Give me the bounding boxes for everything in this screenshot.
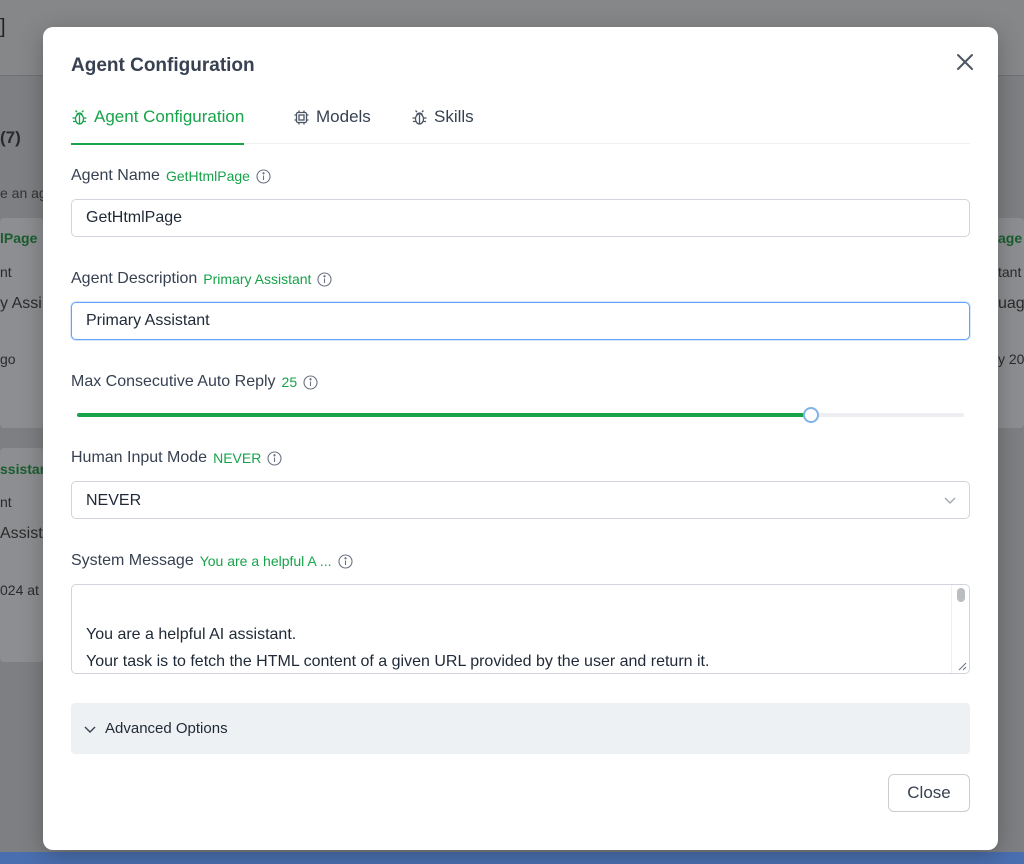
background-card <box>996 218 1024 428</box>
chevron-down-icon <box>84 726 96 733</box>
agent-name-label-row: Agent Name GetHtmlPage <box>71 167 271 185</box>
agent-name-label: Agent Name <box>71 167 160 184</box>
tab-models[interactable]: Models <box>293 103 371 144</box>
advanced-options-label: Advanced Options <box>105 720 228 737</box>
system-message-line: You are a helpful AI assistant. <box>86 626 297 643</box>
tab-skills[interactable]: Skills <box>411 103 474 144</box>
background-card-time: go <box>0 351 16 367</box>
agent-description-hint: Primary Assistant <box>203 271 312 287</box>
background-card-description: uag <box>998 295 1024 312</box>
select-value: NEVER <box>86 492 142 509</box>
tab-agent-configuration[interactable]: Agent Configuration <box>71 103 245 145</box>
background-card-subtitle: tant <box>998 264 1022 280</box>
max-auto-reply-hint: 25 <box>281 374 298 390</box>
human-input-mode-label: Human Input Mode <box>71 449 208 466</box>
background-card <box>0 218 44 428</box>
background-card-time: 024 at <box>0 582 39 598</box>
agent-configuration-modal: Agent Configuration Agent Configuration … <box>43 27 998 850</box>
system-message-text: You are a helpful AI assistant. Your tas… <box>86 621 710 673</box>
system-message-textarea[interactable]: You are a helpful AI assistant. Your tas… <box>71 584 970 674</box>
tab-label: Skills <box>434 107 474 126</box>
close-icon[interactable] <box>952 49 978 75</box>
slider-handle[interactable] <box>802 407 819 423</box>
advanced-options-collapse[interactable]: Advanced Options <box>71 703 970 754</box>
textarea-scroll-rail <box>951 585 952 673</box>
bug-icon <box>72 110 87 125</box>
max-auto-reply-slider[interactable] <box>77 405 964 425</box>
background-card-time: y 20 <box>998 351 1024 367</box>
info-icon[interactable] <box>267 450 282 466</box>
system-message-label-row: System Message You are a helpful A ... <box>71 552 353 570</box>
info-icon[interactable] <box>317 271 332 287</box>
background-card <box>0 448 44 662</box>
tab-label: Agent Configuration <box>94 107 245 126</box>
system-message-hint: You are a helpful A ... <box>199 553 332 569</box>
textarea-scrollbar[interactable] <box>957 588 965 602</box>
bug-icon <box>412 110 427 125</box>
agent-name-hint: GetHtmlPage <box>165 168 250 184</box>
background-card-title: ssistar <box>0 461 46 477</box>
taskbar <box>0 852 1024 864</box>
human-input-mode-label-row: Human Input Mode NEVER <box>71 449 282 467</box>
chevron-down-icon <box>944 497 956 504</box>
info-icon[interactable] <box>303 374 318 390</box>
background-bracket: ] <box>0 16 6 38</box>
background-card-subtitle: nt <box>0 264 12 280</box>
system-message-line: Your task is to fetch the HTML content o… <box>86 653 710 670</box>
background-card-title: lPage <box>0 230 38 246</box>
info-icon[interactable] <box>256 168 271 184</box>
human-input-mode-hint: NEVER <box>213 450 262 466</box>
agent-name-input[interactable] <box>71 199 970 237</box>
tab-label: Models <box>316 107 371 126</box>
system-message-label: System Message <box>71 552 194 569</box>
background-card-subtitle: nt <box>0 494 12 510</box>
slider-fill <box>77 413 811 417</box>
resize-grip-icon[interactable] <box>957 661 967 671</box>
human-input-mode-select[interactable]: NEVER <box>71 481 970 519</box>
agent-description-label-row: Agent Description Primary Assistant <box>71 270 332 288</box>
cpu-icon <box>294 110 309 125</box>
background-card-title: age <box>998 230 1023 246</box>
agent-description-label: Agent Description <box>71 270 198 287</box>
agent-description-input[interactable] <box>71 302 970 340</box>
max-auto-reply-label: Max Consecutive Auto Reply <box>71 373 276 390</box>
modal-title: Agent Configuration <box>71 55 255 76</box>
close-button[interactable]: Close <box>888 774 970 812</box>
background-agent-count: (7) <box>0 128 21 147</box>
info-icon[interactable] <box>337 553 353 569</box>
background-hint-text: e an ag <box>0 185 47 201</box>
tab-bar: Agent Configuration Models Skills <box>71 103 970 145</box>
background-card-description: y Assi <box>0 295 42 312</box>
max-auto-reply-label-row: Max Consecutive Auto Reply 25 <box>71 373 318 391</box>
